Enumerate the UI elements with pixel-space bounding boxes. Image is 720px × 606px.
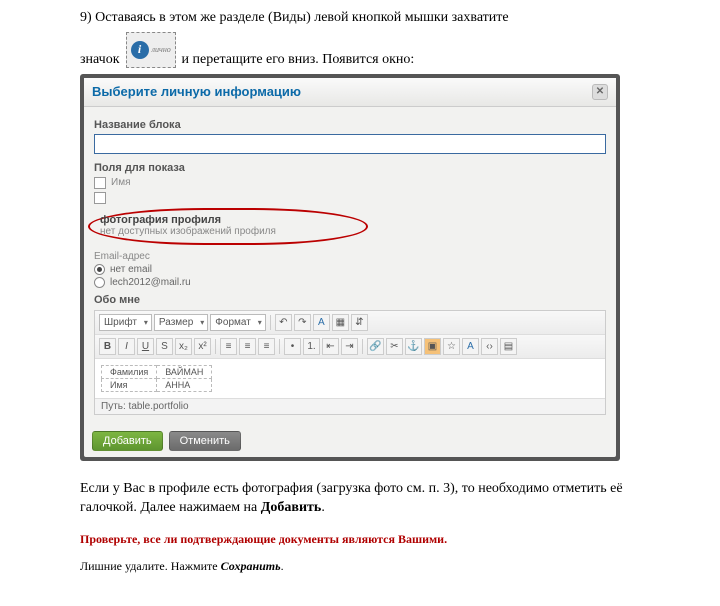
drag-block-icon[interactable]: i лично: [126, 32, 176, 68]
list-ul-icon[interactable]: •: [284, 338, 301, 355]
cancel-button[interactable]: Отменить: [169, 431, 241, 451]
indent-icon[interactable]: ⇥: [341, 338, 358, 355]
email-option-value[interactable]: lech2012@mail.ru: [94, 277, 606, 288]
word-icon: значок: [80, 52, 120, 68]
delete-save-note: Лишние удалите. Нажмите Сохранить.: [80, 559, 680, 574]
info-icon: i: [131, 41, 149, 59]
profile-photo-subtitle: нет доступных изображений профиля: [100, 226, 352, 237]
search-icon[interactable]: A: [313, 314, 330, 331]
checkbox-name-row[interactable]: Имя: [94, 177, 606, 189]
profile-photo-highlight: фотография профиля нет доступных изображ…: [88, 208, 368, 245]
verify-note: Проверьте, все ли подтверждающие докумен…: [80, 532, 680, 547]
save-word: Сохранить: [221, 559, 281, 573]
size-select[interactable]: Размер: [154, 314, 208, 331]
radio-icon[interactable]: [94, 277, 105, 288]
dialog-actions: Добавить Отменить: [84, 425, 616, 457]
dialog: Выберите личную информацию ✕ Название бл…: [84, 78, 616, 457]
rich-text-editor: Шрифт Размер Формат ↶ ↷ A ▦ ⇵ B I U S x₂: [94, 310, 606, 415]
add-button[interactable]: Добавить: [92, 431, 163, 451]
font-select[interactable]: Шрифт: [99, 314, 152, 331]
align-left-icon[interactable]: ≡: [220, 338, 237, 355]
anchor-icon[interactable]: ⚓: [405, 338, 422, 355]
image-icon[interactable]: ▣: [424, 338, 441, 355]
after-paragraph: Если у Вас в профиле есть фотография (за…: [80, 479, 680, 518]
email-none-label: нет email: [110, 264, 152, 275]
code-icon[interactable]: ‹›: [481, 338, 498, 355]
list-ol-icon[interactable]: 1.: [303, 338, 320, 355]
cell-firstname-value: АННА: [157, 378, 212, 391]
table-row: Имя АННА: [102, 378, 212, 391]
sub-icon[interactable]: x₂: [175, 338, 192, 355]
table-row: Фамилия ВАЙМАН: [102, 365, 212, 378]
embed-icon[interactable]: ▤: [500, 338, 517, 355]
italic-icon[interactable]: I: [118, 338, 135, 355]
close-icon[interactable]: ✕: [592, 84, 608, 100]
drag-block-label: лично: [152, 45, 171, 54]
after-text-main: Если у Вас в профиле есть фотография (за…: [80, 481, 623, 516]
checkbox-name-label: Имя: [111, 177, 130, 188]
small-a: Лишние удалите. Нажмите: [80, 559, 221, 573]
checkbox-icon[interactable]: [94, 192, 106, 204]
email-value-label: lech2012@mail.ru: [110, 277, 191, 288]
dialog-screenshot: Выберите личную информацию ✕ Название бл…: [80, 74, 620, 461]
block-name-label: Название блока: [94, 119, 606, 131]
editor-toolbar-1: Шрифт Размер Формат ↶ ↷ A ▦ ⇵: [95, 311, 605, 335]
step-line-1: 9) Оставаясь в этом же разделе (Виды) ле…: [80, 8, 680, 28]
bold-icon[interactable]: B: [99, 338, 116, 355]
checkbox-extra-row[interactable]: [94, 192, 606, 204]
cell-lastname-value: ВАЙМАН: [157, 365, 212, 378]
editor-toolbar-2: B I U S x₂ x² ≡ ≡ ≡ • 1. ⇤ ⇥ 🔗: [95, 335, 605, 359]
small-c: .: [281, 559, 284, 573]
dialog-header: Выберите личную информацию ✕: [84, 78, 616, 107]
toggle-icon[interactable]: ⇵: [351, 314, 368, 331]
align-right-icon[interactable]: ≡: [258, 338, 275, 355]
format-select[interactable]: Формат: [210, 314, 266, 331]
radio-icon[interactable]: [94, 264, 105, 275]
editor-status-bar: Путь: table.portfolio: [95, 398, 605, 414]
link-icon[interactable]: 🔗: [367, 338, 384, 355]
about-me-label: Обо мне: [94, 294, 606, 306]
insert-image-icon[interactable]: ▦: [332, 314, 349, 331]
email-block: Email-адрес нет email lech2012@mail.ru: [94, 251, 606, 288]
profile-photo-title: фотография профиля: [100, 214, 352, 226]
editor-content[interactable]: Фамилия ВАЙМАН Имя АННА: [95, 359, 605, 398]
block-name-input[interactable]: [94, 134, 606, 154]
text-color-icon[interactable]: A: [462, 338, 479, 355]
after-text-bold: Добавить: [261, 500, 322, 515]
redo-icon[interactable]: ↷: [294, 314, 311, 331]
portfolio-table: Фамилия ВАЙМАН Имя АННА: [101, 365, 212, 392]
fields-to-show-label: Поля для показа: [94, 162, 606, 174]
email-option-none[interactable]: нет email: [94, 264, 606, 275]
strike-icon[interactable]: S: [156, 338, 173, 355]
email-label: Email-адрес: [94, 251, 606, 262]
checkbox-icon[interactable]: [94, 177, 106, 189]
checkbox-extra-label: [111, 192, 114, 203]
align-center-icon[interactable]: ≡: [239, 338, 256, 355]
underline-icon[interactable]: U: [137, 338, 154, 355]
unlink-icon[interactable]: ✂: [386, 338, 403, 355]
undo-icon[interactable]: ↶: [275, 314, 292, 331]
step-line-2-rest: и перетащите его вниз. Появится окно:: [182, 52, 415, 68]
sup-icon[interactable]: x²: [194, 338, 211, 355]
cell-lastname-label: Фамилия: [102, 365, 157, 378]
dialog-title: Выберите личную информацию: [92, 84, 301, 99]
cell-firstname-label: Имя: [102, 378, 157, 391]
clean-icon[interactable]: ☆: [443, 338, 460, 355]
outdent-icon[interactable]: ⇤: [322, 338, 339, 355]
step-line-2: значок i лично и перетащите его вниз. По…: [80, 32, 680, 68]
